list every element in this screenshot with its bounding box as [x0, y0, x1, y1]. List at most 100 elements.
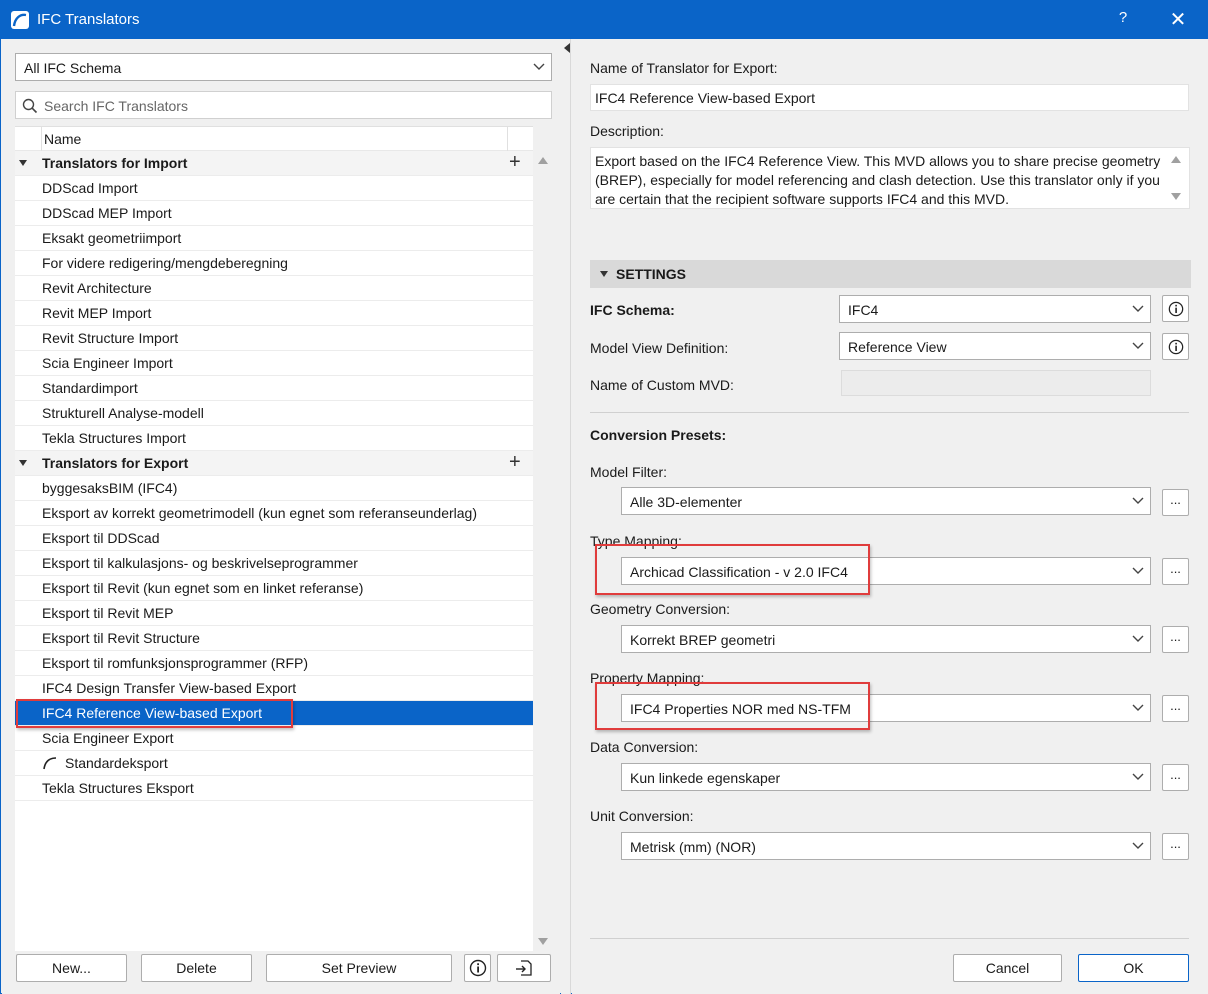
- new-button[interactable]: New...: [16, 954, 127, 982]
- chevron-down-icon: [533, 63, 545, 70]
- scroll-up-icon[interactable]: [1171, 156, 1181, 163]
- cancel-button[interactable]: Cancel: [953, 954, 1062, 982]
- list-item[interactable]: Tekla Structures Import: [15, 426, 533, 451]
- model-filter-more-button[interactable]: ...: [1162, 489, 1189, 516]
- item-label: Revit Architecture: [42, 280, 152, 296]
- item-label: Revit Structure Import: [42, 330, 179, 346]
- ok-button[interactable]: OK: [1078, 954, 1189, 982]
- geometry-conversion-dropdown[interactable]: Korrekt BREP geometri: [621, 625, 1151, 653]
- translator-list-panel: All IFC Schema Name Translators for Impo…: [2, 39, 560, 994]
- collapse-triangle-icon[interactable]: [19, 160, 27, 166]
- list-item[interactable]: For videre redigering/mengdeberegning: [15, 251, 533, 276]
- item-label: For videre redigering/mengdeberegning: [42, 255, 288, 271]
- ifc-schema-dropdown[interactable]: IFC4: [839, 295, 1151, 323]
- group-export[interactable]: Translators for Export +: [15, 451, 533, 476]
- unit-conversion-dropdown[interactable]: Metrisk (mm) (NOR): [621, 832, 1151, 860]
- group-import[interactable]: Translators for Import +: [15, 151, 533, 176]
- item-label: Eksport til kalkulasjons- og beskrivelse…: [42, 555, 358, 571]
- list-item[interactable]: Strukturell Analyse-modell: [15, 401, 533, 426]
- list-item[interactable]: Eksport til kalkulasjons- og beskrivelse…: [15, 551, 533, 576]
- unit-conversion-value: Metrisk (mm) (NOR): [630, 839, 756, 855]
- info-icon: [1168, 339, 1184, 355]
- item-label: Scia Engineer Import: [42, 355, 173, 371]
- column-header-name[interactable]: Name: [41, 127, 81, 151]
- description-textarea[interactable]: Export based on the IFC4 Reference View.…: [590, 147, 1190, 209]
- geometry-conversion-more-button[interactable]: ...: [1162, 626, 1189, 653]
- highlight-box-type-mapping: [595, 544, 870, 595]
- collapse-triangle-icon[interactable]: [600, 271, 608, 277]
- title-bar: IFC Translators ? ✕: [1, 1, 1207, 39]
- geometry-conversion-label: Geometry Conversion:: [590, 601, 731, 617]
- translator-tree: Name Translators for Import + DDScad Imp…: [15, 126, 533, 951]
- close-button[interactable]: ✕: [1165, 7, 1191, 33]
- mvd-dropdown[interactable]: Reference View: [839, 332, 1151, 360]
- list-item[interactable]: Eksport til Revit (kun egnet som en link…: [15, 576, 533, 601]
- collapse-left-arrow-icon[interactable]: [564, 43, 570, 53]
- scroll-down-icon[interactable]: [1171, 193, 1181, 200]
- settings-section-header[interactable]: SETTINGS: [590, 260, 1191, 288]
- list-item[interactable]: Eksport til DDScad: [15, 526, 533, 551]
- property-mapping-more-button[interactable]: ...: [1162, 695, 1189, 722]
- list-item[interactable]: Standardimport: [15, 376, 533, 401]
- archicad-logo-icon: [11, 11, 29, 29]
- info-button[interactable]: [464, 954, 491, 982]
- unit-conversion-more-button[interactable]: ...: [1162, 833, 1189, 860]
- mvd-label: Model View Definition:: [590, 340, 729, 356]
- chevron-down-icon: [1132, 567, 1144, 574]
- list-item[interactable]: Standardeksport: [15, 751, 533, 776]
- custom-mvd-field: [841, 370, 1151, 396]
- search-input[interactable]: [44, 96, 544, 116]
- collapse-triangle-icon[interactable]: [19, 460, 27, 466]
- info-icon: [469, 959, 486, 977]
- list-item[interactable]: Eksport til romfunksjonsprogrammer (RFP): [15, 651, 533, 676]
- description-label: Description:: [590, 123, 664, 139]
- chevron-down-icon: [1132, 635, 1144, 642]
- list-item[interactable]: IFC4 Design Transfer View-based Export: [15, 676, 533, 701]
- item-label: Eksport til Revit (kun egnet som en link…: [42, 580, 364, 596]
- list-item[interactable]: Eksakt geometriimport: [15, 226, 533, 251]
- list-item[interactable]: byggesaksBIM (IFC4): [15, 476, 533, 501]
- list-item[interactable]: Scia Engineer Export: [15, 726, 533, 751]
- panel-splitter[interactable]: [561, 39, 571, 994]
- data-conversion-dropdown[interactable]: Kun linkede egenskaper: [621, 763, 1151, 791]
- list-item[interactable]: Eksport av korrekt geometrimodell (kun e…: [15, 501, 533, 526]
- list-item[interactable]: DDScad MEP Import: [15, 201, 533, 226]
- list-item[interactable]: Tekla Structures Eksport: [15, 776, 533, 801]
- list-item[interactable]: Eksport til Revit MEP: [15, 601, 533, 626]
- list-item[interactable]: Revit Architecture: [15, 276, 533, 301]
- search-box[interactable]: [15, 91, 552, 119]
- search-icon: [22, 98, 38, 114]
- help-button[interactable]: ?: [1113, 9, 1133, 31]
- list-item[interactable]: Revit Structure Import: [15, 326, 533, 351]
- item-label: Standardeksport: [65, 755, 168, 771]
- import-file-icon: [516, 960, 532, 976]
- mvd-info-button[interactable]: [1162, 333, 1189, 360]
- item-label: IFC4 Design Transfer View-based Export: [42, 680, 297, 696]
- add-icon[interactable]: +: [509, 151, 521, 173]
- import-translator-button[interactable]: [497, 954, 551, 982]
- set-preview-button[interactable]: Set Preview: [266, 954, 452, 982]
- list-scrollbar[interactable]: [533, 149, 553, 951]
- list-item[interactable]: Eksport til Revit Structure: [15, 626, 533, 651]
- list-item[interactable]: Scia Engineer Import: [15, 351, 533, 376]
- scroll-down-icon[interactable]: [538, 938, 548, 945]
- ifc-schema-info-button[interactable]: [1162, 295, 1189, 322]
- schema-filter-dropdown[interactable]: All IFC Schema: [15, 53, 552, 81]
- delete-button[interactable]: Delete: [141, 954, 252, 982]
- scroll-up-icon[interactable]: [538, 157, 548, 164]
- item-label: Scia Engineer Export: [42, 730, 174, 746]
- data-conversion-more-button[interactable]: ...: [1162, 764, 1189, 791]
- conversion-presets-title: Conversion Presets:: [590, 427, 727, 443]
- mvd-value: Reference View: [848, 339, 947, 355]
- ifc-translators-dialog: IFC Translators ? ✕ All IFC Schema Name …: [0, 0, 1208, 994]
- item-label: Eksport til romfunksjonsprogrammer (RFP): [42, 655, 309, 671]
- item-label: byggesaksBIM (IFC4): [42, 480, 178, 496]
- model-filter-dropdown[interactable]: Alle 3D-elementer: [621, 487, 1151, 515]
- list-item[interactable]: DDScad Import: [15, 176, 533, 201]
- list-item[interactable]: Revit MEP Import: [15, 301, 533, 326]
- group-label: Translators for Import: [42, 155, 188, 171]
- translator-name-field[interactable]: IFC4 Reference View-based Export: [590, 84, 1189, 111]
- chevron-down-icon: [1132, 773, 1144, 780]
- add-icon[interactable]: +: [509, 451, 521, 473]
- type-mapping-more-button[interactable]: ...: [1162, 558, 1189, 585]
